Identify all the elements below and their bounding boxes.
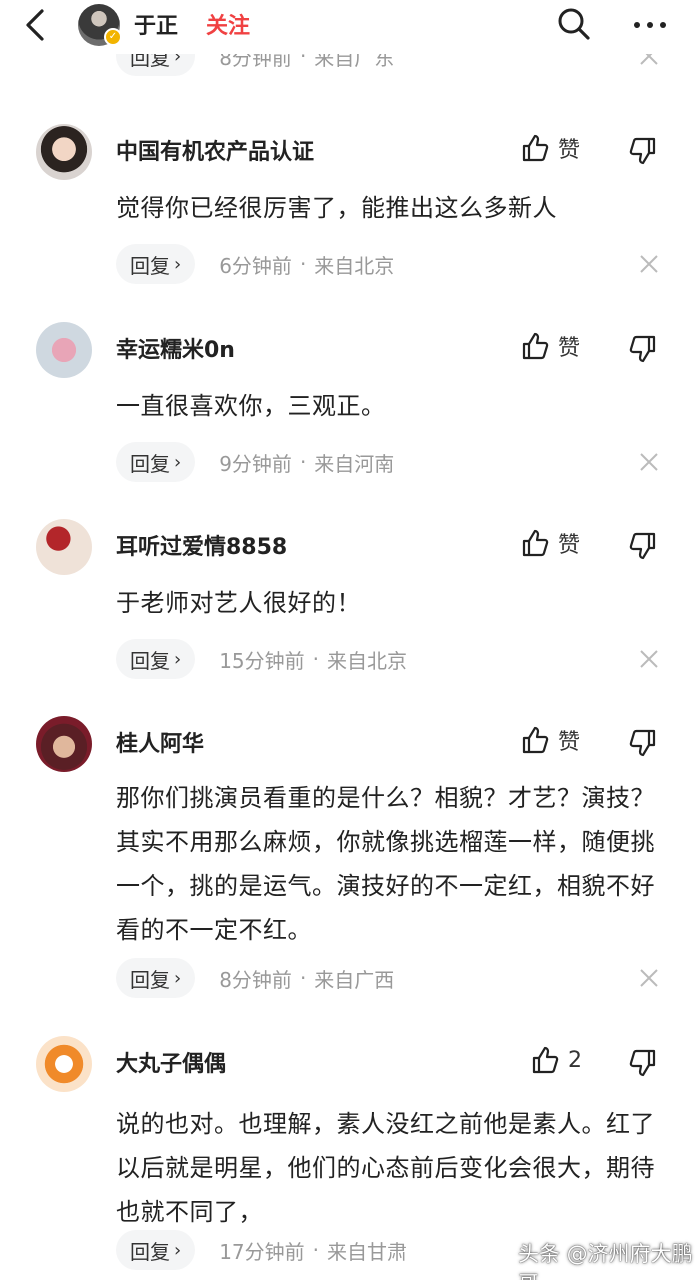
comment-text: 那你们挑演员看重的是什么？相貌？才艺？演技？其实不用那么麻烦，你就像挑选榴莲一样… <box>116 784 655 944</box>
comment-time: 15分钟前 <box>219 648 305 673</box>
comment-time: 8分钟前 <box>219 54 292 70</box>
search-icon[interactable] <box>556 6 592 42</box>
comment-time: 9分钟前 <box>219 451 292 476</box>
avatar[interactable] <box>36 322 92 378</box>
close-icon[interactable] <box>638 451 660 473</box>
thumbs-down-icon[interactable] <box>626 529 658 561</box>
like-label: 赞 <box>558 730 581 755</box>
commenter-name[interactable]: 桂人阿华 <box>116 726 204 758</box>
reply-button[interactable]: 回复 › <box>116 958 196 998</box>
reply-button[interactable]: 回复 › <box>116 442 196 482</box>
avatar[interactable] <box>36 124 92 180</box>
like-button[interactable]: 赞 <box>520 132 580 164</box>
thumbs-up-icon <box>522 332 549 360</box>
verified-badge-icon: ✓ <box>104 28 122 46</box>
like-label: 赞 <box>558 138 581 163</box>
close-icon[interactable] <box>638 648 660 670</box>
close-icon[interactable] <box>638 54 660 67</box>
close-icon[interactable] <box>638 967 660 989</box>
avatar[interactable] <box>36 716 92 772</box>
like-button[interactable]: 赞 <box>520 527 580 559</box>
comment-time: 17分钟前 <box>219 1239 305 1264</box>
follow-button[interactable]: 关注 <box>206 8 250 40</box>
thumbs-up-icon <box>522 726 549 754</box>
reply-button[interactable]: 回复 › <box>116 639 196 679</box>
close-icon[interactable] <box>638 253 660 275</box>
thumbs-up-icon <box>522 529 549 557</box>
comment-time: 8分钟前 <box>219 967 292 992</box>
comment-location: 来自广东 <box>314 54 395 70</box>
back-icon[interactable] <box>18 7 52 43</box>
comment-location: 来自甘肃 <box>327 1239 408 1264</box>
more-icon[interactable] <box>630 10 670 40</box>
thumbs-down-icon[interactable] <box>626 332 658 364</box>
reply-button[interactable]: 回复 › <box>116 1230 196 1270</box>
avatar[interactable] <box>36 519 92 575</box>
like-button[interactable]: 赞 <box>520 724 580 756</box>
thumbs-down-icon[interactable] <box>626 1046 658 1078</box>
comment-text: 于老师对艺人很好的！ <box>116 589 361 617</box>
thumbs-up-icon <box>522 134 549 162</box>
thumbs-down-icon[interactable] <box>626 134 658 166</box>
comment-location: 来自北京 <box>327 648 408 673</box>
watermark: 头条 @济州府大鹏哥 <box>518 1242 693 1280</box>
comment-text: 觉得你已经很厉害了，能推出这么多新人 <box>116 194 557 222</box>
like-label: 赞 <box>558 336 581 361</box>
comment-text: 一直很喜欢你，三观正。 <box>116 392 386 420</box>
commenter-name[interactable]: 中国有机农产品认证 <box>116 134 314 166</box>
like-label: 赞 <box>558 533 581 558</box>
top-bar: ✓ 于正 关注 <box>0 0 697 54</box>
reply-button[interactable]: 回复 › <box>116 244 196 284</box>
like-button[interactable]: 2 <box>530 1044 582 1076</box>
like-count: 2 <box>568 1047 582 1073</box>
author-name[interactable]: 于正 <box>134 8 178 40</box>
commenter-name[interactable]: 幸运糯米0n <box>116 332 235 364</box>
thumbs-down-icon[interactable] <box>626 726 658 758</box>
comment-text: 说的也对。也理解，素人没红之前他是素人。红了以后就是明星，他们的心态前后变化会很… <box>116 1110 655 1226</box>
comment-location: 来自河南 <box>314 451 395 476</box>
reply-button[interactable]: 回复 › <box>116 54 196 76</box>
comment-location: 来自北京 <box>314 253 395 278</box>
thumbs-up-icon <box>532 1046 559 1074</box>
partial-comment-meta: 回复 › 8分钟前 · 来自广东 <box>0 54 697 82</box>
comment-time: 6分钟前 <box>219 253 292 278</box>
avatar[interactable] <box>36 1036 92 1092</box>
comment-location: 来自广西 <box>314 967 395 992</box>
like-button[interactable]: 赞 <box>520 330 580 362</box>
commenter-name[interactable]: 大丸子偶偶 <box>116 1046 226 1078</box>
commenter-name[interactable]: 耳听过爱情8858 <box>116 529 287 561</box>
